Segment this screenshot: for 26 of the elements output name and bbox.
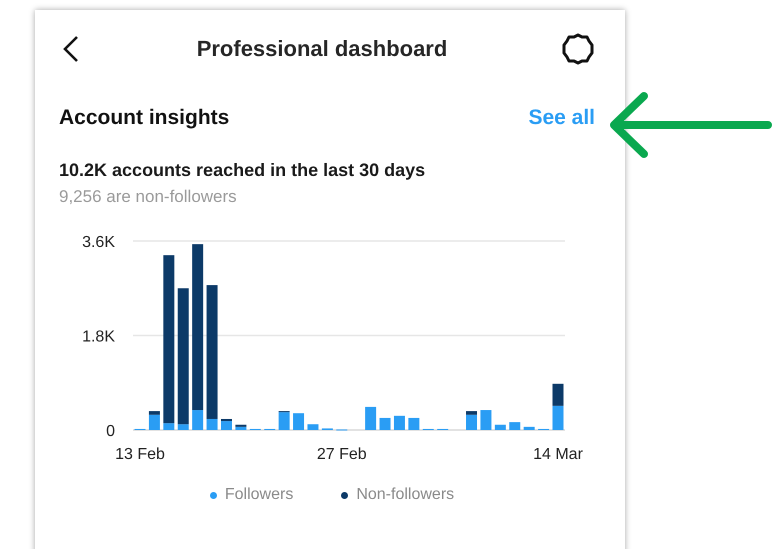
chart-bar (509, 422, 520, 430)
reach-summary: 10.2K accounts reached in the last 30 days (59, 160, 426, 181)
x-axis-label: 13 Feb (115, 446, 165, 463)
x-axis-label: 14 Mar (533, 446, 583, 463)
legend-label: Non-followers (356, 486, 454, 504)
chart-bar (394, 416, 405, 430)
y-axis-label: 3.6K (82, 234, 115, 251)
chart-bar (552, 406, 564, 430)
chart-bar (293, 413, 304, 430)
settings-button[interactable] (561, 32, 595, 66)
chart-bar (380, 418, 391, 430)
chart-bar (480, 410, 492, 430)
chart-bar (524, 426, 535, 430)
non-followers-count: 9,256 are non-followers (59, 187, 238, 207)
legend-label: Followers (224, 486, 294, 504)
chart-bar (408, 418, 420, 430)
y-axis-label: 1.8K (82, 328, 115, 346)
page-title: Professional dashboard (196, 36, 448, 62)
chart-bar (494, 424, 506, 430)
x-axis-label: 27 Feb (316, 446, 367, 463)
y-axis-label: 0 (106, 423, 115, 440)
see-all-link[interactable]: See all (528, 106, 595, 130)
section-title: Account insights (59, 106, 230, 130)
chart-bar (552, 384, 564, 406)
chart-bar (307, 424, 318, 430)
chart-bar (365, 406, 376, 430)
